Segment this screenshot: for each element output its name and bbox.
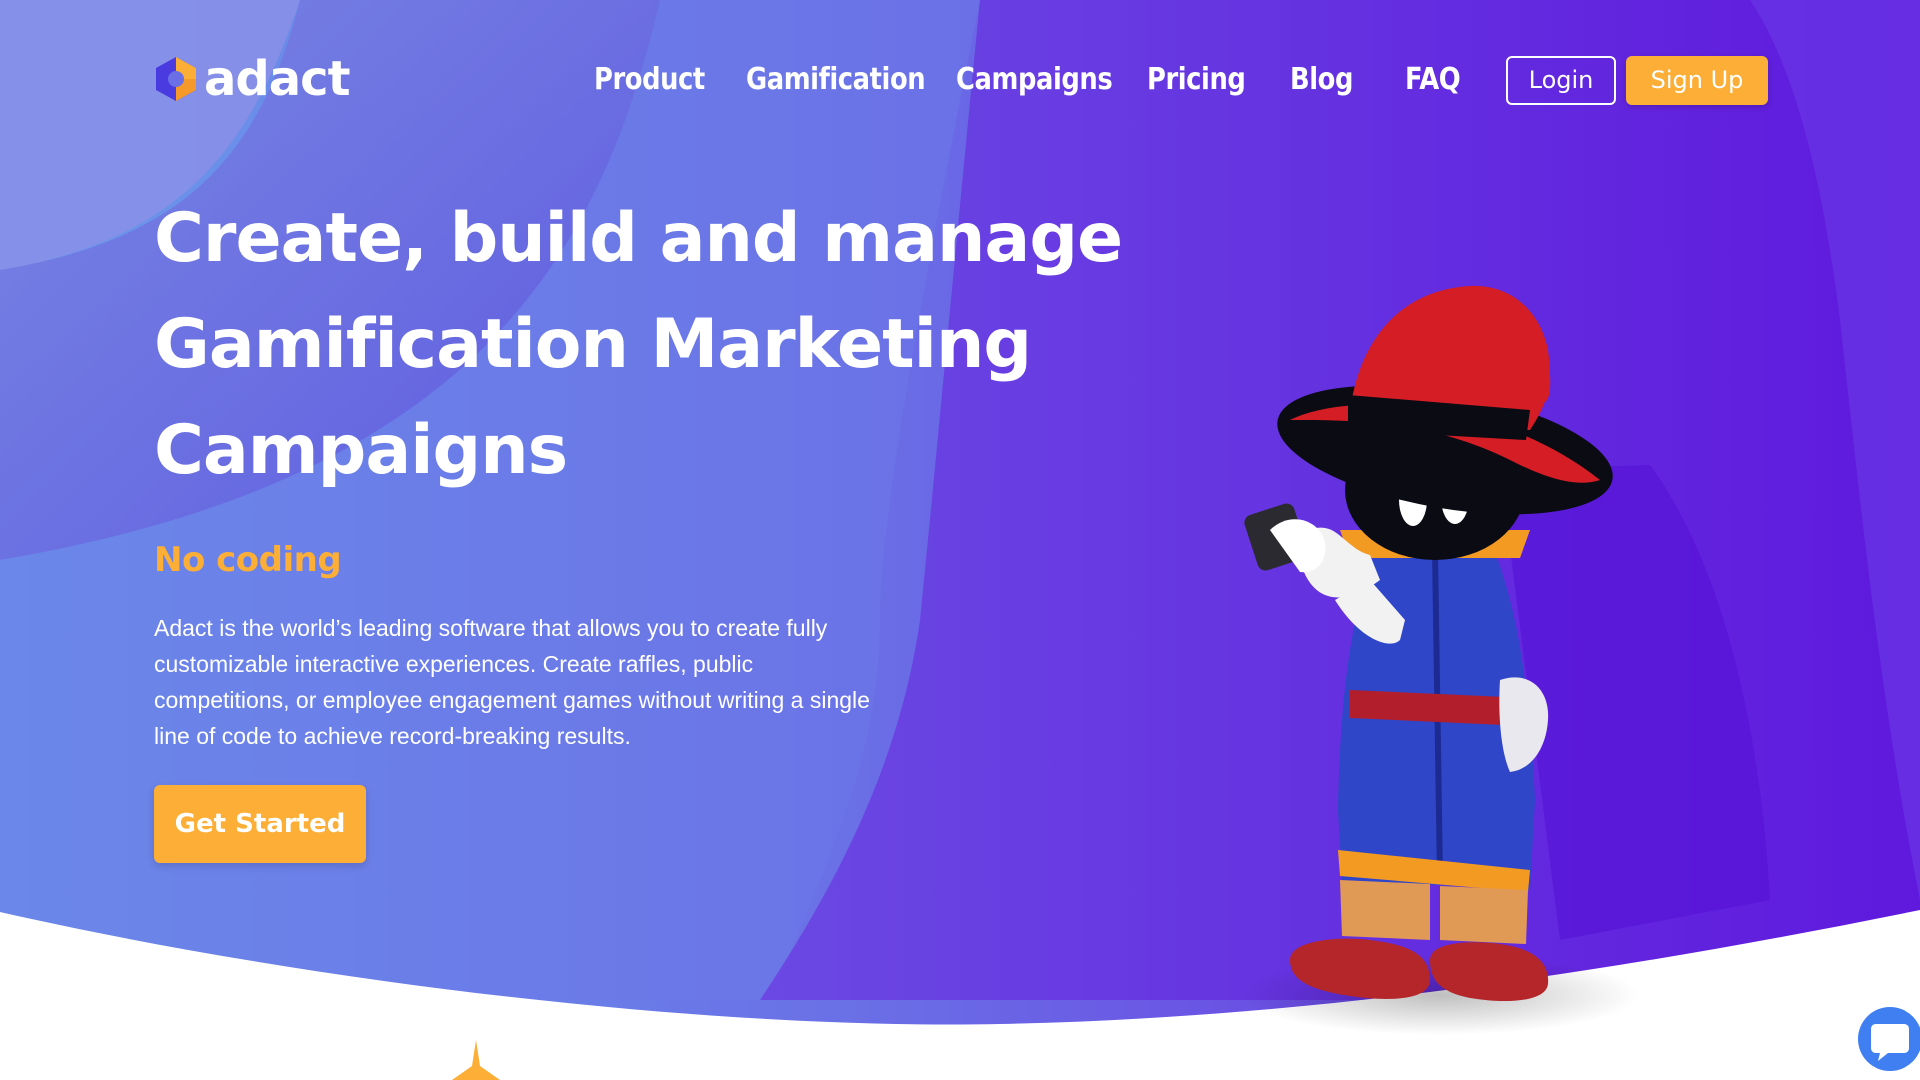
nav-item-product[interactable]: Product [594, 58, 705, 102]
nav-item-faq[interactable]: FAQ [1405, 58, 1461, 102]
hero-headline: Create, build and manage Gamification Ma… [154, 186, 1123, 504]
hero-tagline: No coding [154, 540, 342, 580]
headline-line: Create, build and manage [154, 199, 1123, 278]
nav-item-pricing[interactable]: Pricing [1147, 58, 1246, 102]
hero-description: Adact is the world’s leading software th… [154, 615, 870, 749]
nav-item-campaigns[interactable]: Campaigns [956, 58, 1113, 102]
chat-bubble-icon[interactable] [1854, 1004, 1920, 1074]
signup-button[interactable]: Sign Up [1626, 56, 1768, 105]
get-started-button[interactable]: Get Started [154, 785, 366, 863]
nav-item-blog[interactable]: Blog [1290, 58, 1353, 102]
hero-section: adact Product Gamification Campaigns Pri… [0, 0, 1920, 1080]
site-header: adact Product Gamification Campaigns Pri… [0, 0, 1920, 160]
wizard-mascot-illustration [1240, 285, 1640, 1035]
login-button[interactable]: Login [1506, 56, 1616, 105]
headline-line: Gamification Marketing [154, 305, 1032, 384]
headline-line: Campaigns [154, 411, 568, 490]
star-decoration-icon [452, 1040, 500, 1080]
nav-item-gamification[interactable]: Gamification [746, 58, 926, 102]
